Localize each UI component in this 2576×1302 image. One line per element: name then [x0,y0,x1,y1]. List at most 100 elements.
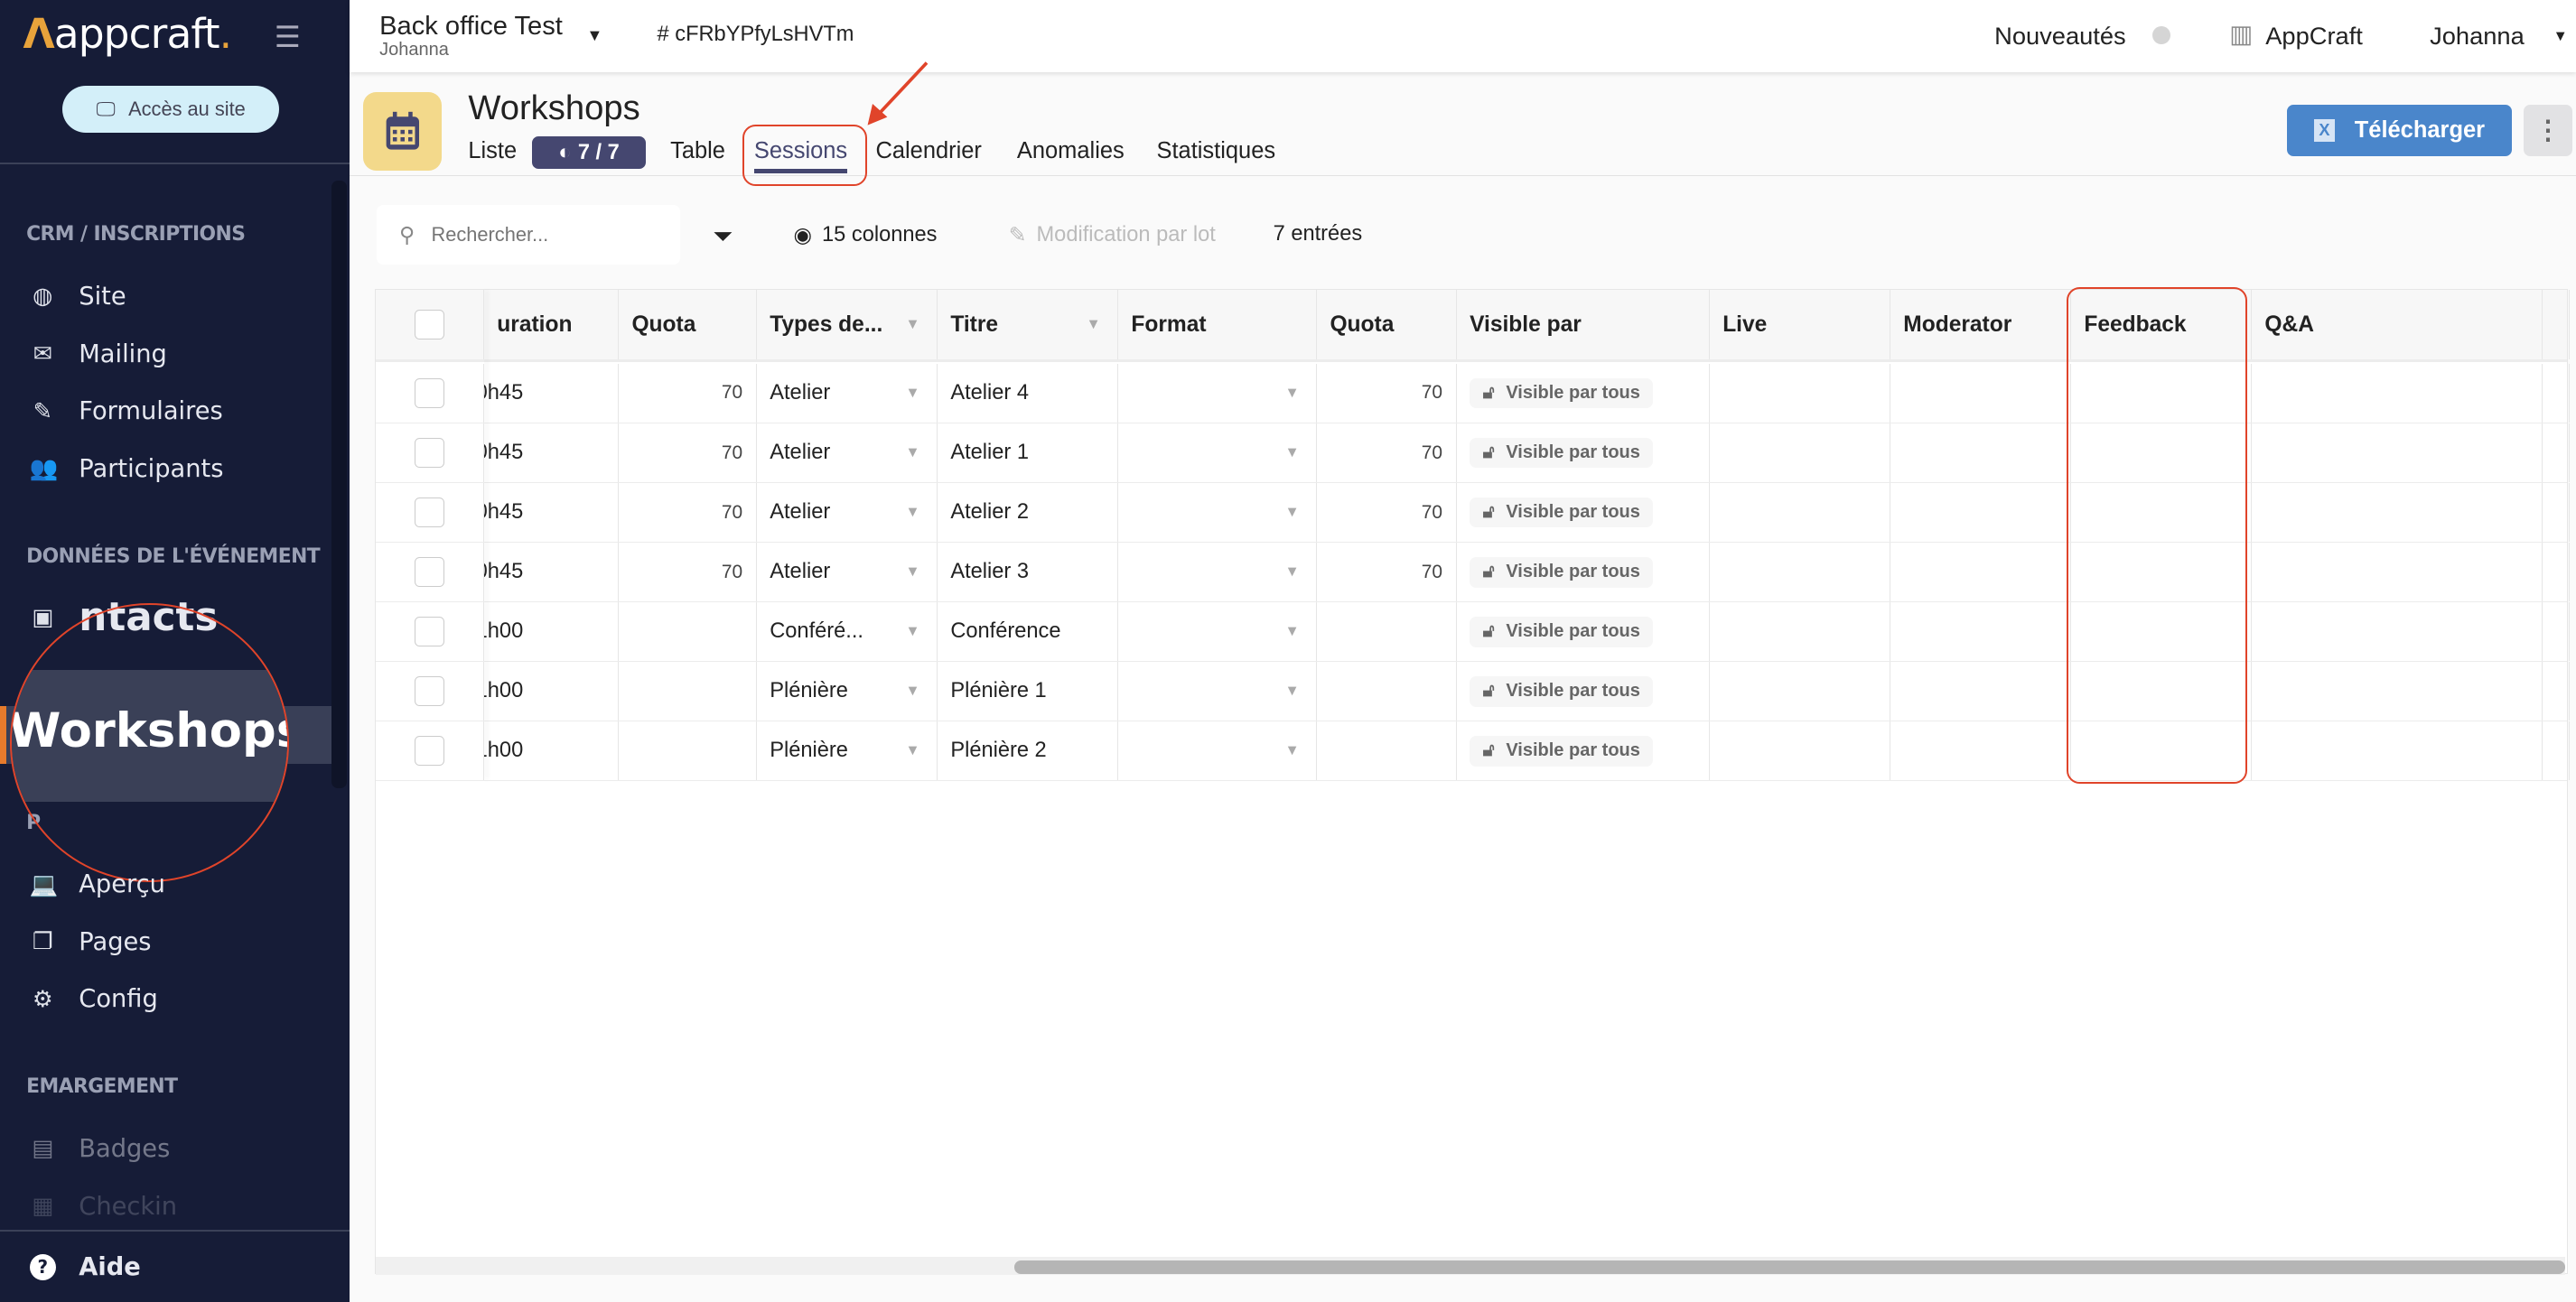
visibility-badge[interactable]: 🔓︎ Visible par tous [1470,735,1654,767]
format-cell[interactable]: ▼ [1118,721,1317,781]
extra-cell[interactable] [2543,423,2570,483]
sidebar-item-apercu[interactable]: 💻 Aperçu [30,870,165,898]
column-header[interactable]: uration [484,290,619,360]
visible-cell[interactable]: 🔓︎ Visible par tous [1457,483,1710,543]
search-input[interactable] [431,223,645,247]
visibility-badge[interactable]: 🔓︎ Visible par tous [1470,675,1654,707]
qa-cell[interactable] [2252,543,2543,602]
dropdown-caret-icon[interactable]: ▼ [1285,683,1300,700]
quota2-cell[interactable] [1317,662,1457,721]
sidebar-item-checkin[interactable]: ▦ Checkin [30,1193,177,1221]
qa-cell[interactable] [2252,483,2543,543]
title-cell[interactable]: Atelier 4 [938,363,1118,423]
qa-cell[interactable] [2252,363,2543,423]
duration-cell[interactable]: 0h45 [484,423,619,483]
row-checkbox[interactable] [414,438,444,468]
quota2-cell[interactable]: 70 [1317,423,1457,483]
visibility-badge[interactable]: 🔓︎ Visible par tous [1470,556,1654,588]
dropdown-caret-icon[interactable]: ▼ [1285,742,1300,759]
sort-caret-icon[interactable]: ▼ [1086,316,1100,333]
visibility-badge[interactable]: 🔓︎ Visible par tous [1470,377,1654,409]
dropdown-caret-icon[interactable]: ▼ [1285,563,1300,581]
quota-cell[interactable]: 70 [619,363,757,423]
tab-anomalies[interactable]: Anomalies [1017,138,1125,164]
title-cell[interactable]: Atelier 3 [938,543,1118,602]
title-cell[interactable]: Atelier 1 [938,423,1118,483]
more-options-button[interactable]: ⋮ [2523,105,2573,156]
org-switcher[interactable]: AppCraft [2265,22,2363,51]
dropdown-caret-icon[interactable]: ▼ [1285,623,1300,640]
quota-cell[interactable]: 70 [619,483,757,543]
duration-cell[interactable]: 1h00 [484,602,619,662]
quota2-cell[interactable]: 70 [1317,543,1457,602]
dropdown-caret-icon[interactable]: ▼ [1285,444,1300,461]
tab-calendrier[interactable]: Calendrier [875,138,981,164]
sidebar-item-pages[interactable]: ❐ Pages [30,928,152,956]
column-header[interactable]: Quota [1317,290,1457,360]
type-cell[interactable]: Atelier ▼ [757,483,938,543]
column-header[interactable]: Visible par [1457,290,1710,360]
quota-cell[interactable] [619,721,757,781]
duration-cell[interactable]: 0h45 [484,483,619,543]
moderator-cell[interactable] [1890,363,2071,423]
title-cell[interactable]: Plénière 2 [938,721,1118,781]
download-button[interactable]: X Télécharger [2286,105,2513,156]
column-header[interactable]: Format [1118,290,1317,360]
quota2-cell[interactable] [1317,721,1457,781]
type-cell[interactable]: Conféré... ▼ [757,602,938,662]
select-cell[interactable] [376,721,484,781]
quota2-cell[interactable] [1317,602,1457,662]
columns-button[interactable]: ◉ 15 colonnes [794,222,938,248]
filter-icon[interactable]: ⏷ [713,222,733,252]
news-link[interactable]: Nouveautés [1994,22,2126,51]
live-cell[interactable] [1710,662,1890,721]
format-cell[interactable]: ▼ [1118,602,1317,662]
title-cell[interactable]: Atelier 2 [938,483,1118,543]
extra-cell[interactable] [2543,483,2570,543]
tab-liste[interactable]: Liste [468,138,517,164]
moderator-cell[interactable] [1890,662,2071,721]
dropdown-caret-icon[interactable]: ▼ [905,623,919,640]
visibility-badge[interactable]: 🔓︎ Visible par tous [1470,437,1654,469]
type-cell[interactable]: Plénière ▼ [757,662,938,721]
batch-edit-button[interactable]: ✎ Modification par lot [1009,222,1216,248]
tab-table[interactable]: Table [670,138,725,164]
sidebar-item-config[interactable]: ⚙ Config [30,985,158,1013]
quota2-cell[interactable]: 70 [1317,483,1457,543]
column-header[interactable]: Quota [619,290,757,360]
row-checkbox[interactable] [414,498,444,527]
select-cell[interactable] [376,662,484,721]
sidebar-item-formulaires[interactable]: ✎ Formulaires [30,397,223,425]
tab-statistiques[interactable]: Statistiques [1157,138,1276,164]
title-cell[interactable]: Conférence [938,602,1118,662]
dropdown-caret-icon[interactable]: ▼ [905,385,919,402]
select-cell[interactable] [376,363,484,423]
sidebar-item-mailing[interactable]: ✉ Mailing [30,340,167,368]
row-checkbox[interactable] [414,676,444,706]
project-name[interactable]: Back office Test [379,12,563,42]
extra-cell[interactable] [2543,543,2570,602]
sort-caret-icon[interactable]: ▼ [905,316,919,333]
select-cell[interactable] [376,423,484,483]
visibility-badge[interactable]: 🔓︎ Visible par tous [1470,616,1654,647]
select-all-checkbox[interactable] [414,310,444,339]
live-cell[interactable] [1710,363,1890,423]
live-cell[interactable] [1710,483,1890,543]
dropdown-caret-icon[interactable]: ▼ [905,444,919,461]
column-header[interactable]: Q&A [2252,290,2543,360]
quota-cell[interactable] [619,602,757,662]
row-checkbox[interactable] [414,736,444,766]
extra-cell[interactable] [2543,602,2570,662]
extra-cell[interactable] [2543,662,2570,721]
visibility-badge[interactable]: 🔓︎ Visible par tous [1470,497,1654,528]
live-cell[interactable] [1710,543,1890,602]
qa-cell[interactable] [2252,662,2543,721]
duration-cell[interactable]: 0h45 [484,543,619,602]
collapse-menu-icon[interactable]: ☰ [275,20,301,54]
project-dropdown-caret-icon[interactable]: ▼ [586,26,602,45]
help-button[interactable]: ? Aide [29,1253,141,1281]
select-cell[interactable] [376,602,484,662]
format-cell[interactable]: ▼ [1118,483,1317,543]
type-cell[interactable]: Atelier ▼ [757,423,938,483]
dropdown-caret-icon[interactable]: ▼ [1285,504,1300,521]
